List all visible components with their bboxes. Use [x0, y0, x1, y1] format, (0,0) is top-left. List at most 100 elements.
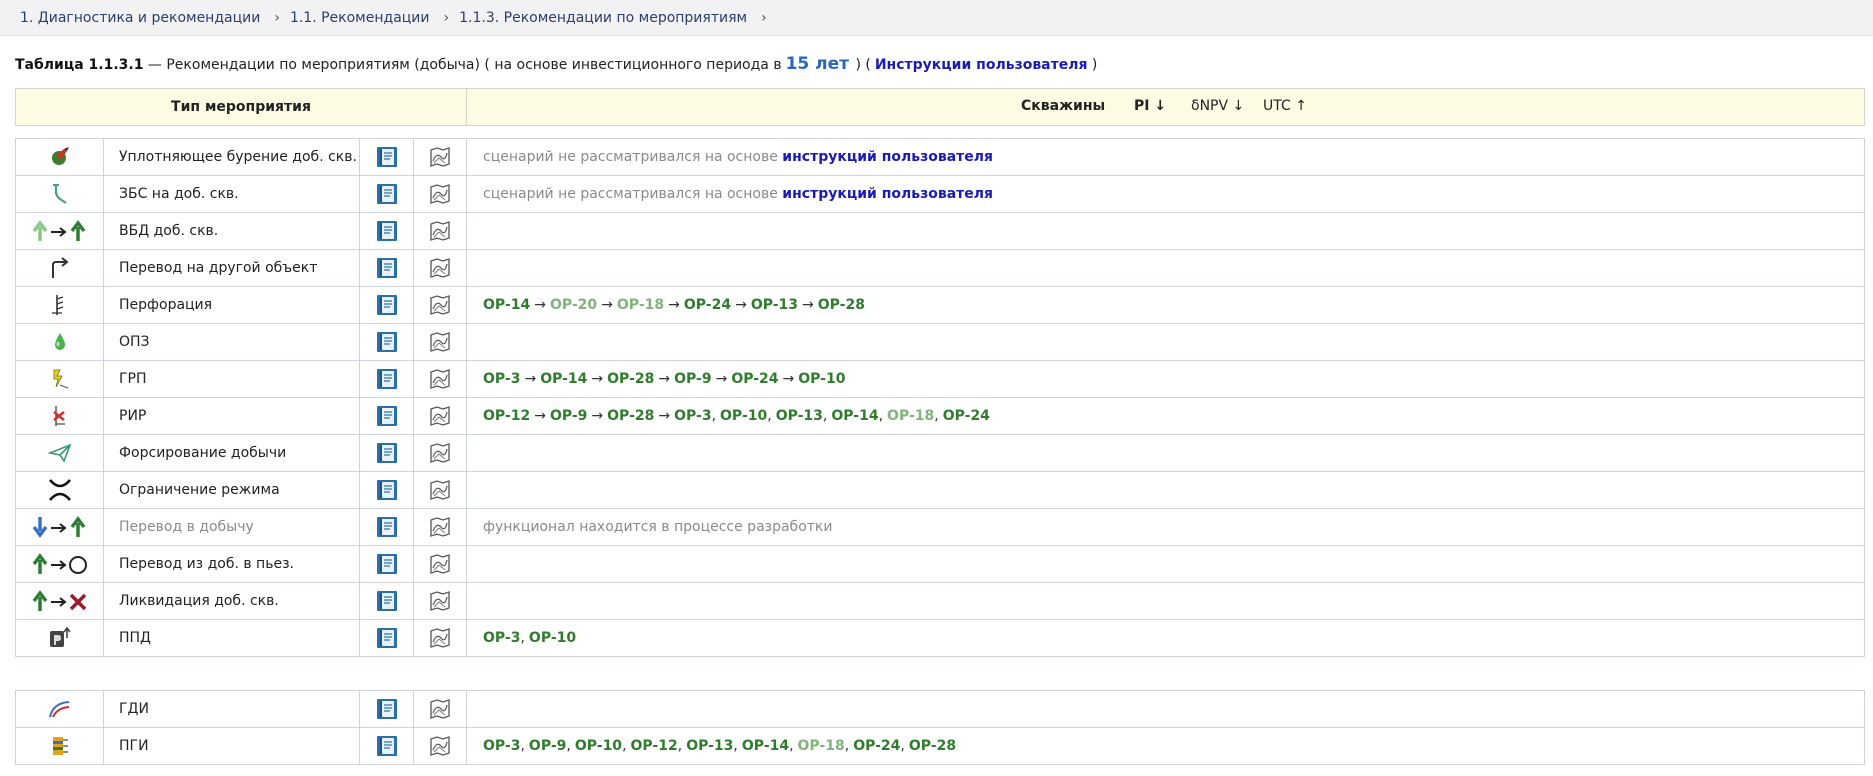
activity-name: РИР [103, 397, 360, 435]
map-icon[interactable] [429, 294, 451, 316]
well-link[interactable]: OP-13 [751, 297, 798, 313]
book-icon[interactable] [376, 294, 398, 316]
table-number: Таблица 1.1.3.1 [15, 57, 144, 73]
well-link[interactable]: OP-14 [742, 738, 789, 754]
map-icon[interactable] [429, 183, 451, 205]
breadcrumb-separator: › [443, 9, 450, 26]
well-link[interactable]: OP-28 [607, 371, 654, 387]
sort-pi-button[interactable]: PI ↓ [1134, 98, 1166, 114]
well-link[interactable]: OP-3 [483, 738, 520, 754]
map-icon[interactable] [429, 220, 451, 242]
book-icon[interactable] [376, 331, 398, 353]
well-link[interactable]: OP-18 [887, 408, 934, 424]
well-link[interactable]: OP-13 [686, 738, 733, 754]
user-instructions-link[interactable]: инструкций пользователя [782, 149, 993, 165]
book-icon[interactable] [376, 257, 398, 279]
well-link[interactable]: OP-18 [617, 297, 664, 313]
table-header: Тип мероприятия Скважины PI ↓ δNPV ↓ UTC… [15, 88, 1865, 126]
breadcrumb-separator: › [761, 9, 767, 26]
activity-name: ВБД доб. скв. [103, 212, 360, 250]
well-link[interactable]: OP-10 [798, 371, 845, 387]
well-link[interactable]: OP-24 [943, 408, 990, 424]
book-icon[interactable] [376, 516, 398, 538]
breadcrumb-item-diagnostics[interactable]: 1. Диагностика и рекомендации [20, 10, 260, 26]
map-icon[interactable] [429, 442, 451, 464]
breadcrumb-item-recommendations[interactable]: 1.1. Рекомендации [290, 10, 430, 26]
well-link[interactable]: OP-12 [631, 738, 678, 754]
sort-utc-button[interactable]: UTC ↑ [1263, 98, 1307, 114]
well-link[interactable]: OP-28 [818, 297, 865, 313]
map-icon[interactable] [429, 627, 451, 649]
well-link[interactable]: OP-10 [529, 630, 576, 646]
wells-cell [466, 545, 1865, 583]
not-considered-note: сценарий не рассматривался на основе [483, 149, 783, 165]
book-icon[interactable] [376, 479, 398, 501]
user-instructions-link[interactable]: инструкций пользователя [782, 186, 993, 202]
well-link[interactable]: OP-3 [483, 371, 520, 387]
breadcrumb: 1. Диагностика и рекомендации › 1.1. Рек… [0, 0, 1873, 36]
well-link[interactable]: OP-14 [483, 297, 530, 313]
well-link[interactable]: OP-28 [607, 408, 654, 424]
gdi-curve-icon [48, 701, 69, 718]
well-link[interactable]: OP-14 [540, 371, 587, 387]
well-link[interactable]: OP-24 [853, 738, 900, 754]
table-row: ВБД доб. скв. [15, 212, 1865, 250]
well-link[interactable]: OP-9 [674, 371, 711, 387]
map-icon[interactable] [429, 405, 451, 427]
well-link[interactable]: OP-12 [483, 408, 530, 424]
map-icon[interactable] [429, 698, 451, 720]
well-link[interactable]: OP-24 [684, 297, 731, 313]
book-icon[interactable] [376, 627, 398, 649]
map-icon[interactable] [429, 257, 451, 279]
well-link[interactable]: OP-10 [575, 738, 622, 754]
book-icon[interactable] [376, 368, 398, 390]
book-icon[interactable] [376, 698, 398, 720]
header-wells: Скважины [1021, 98, 1106, 114]
well-link[interactable]: OP-24 [731, 371, 778, 387]
map-icon[interactable] [429, 516, 451, 538]
book-icon[interactable] [376, 442, 398, 464]
well-link[interactable]: OP-20 [550, 297, 597, 313]
well-link[interactable]: OP-9 [550, 408, 587, 424]
map-icon[interactable] [429, 735, 451, 757]
map-icon[interactable] [429, 368, 451, 390]
book-icon[interactable] [376, 220, 398, 242]
map-icon[interactable] [429, 146, 451, 168]
well-link[interactable]: OP-13 [776, 408, 823, 424]
well-link[interactable]: OP-18 [798, 738, 845, 754]
map-icon[interactable] [429, 331, 451, 353]
breadcrumb-item-activity-recommendations[interactable]: 1.1.3. Рекомендации по мероприятиям [459, 10, 747, 26]
activity-icon-cell [15, 138, 104, 176]
well-link[interactable]: OP-10 [720, 408, 767, 424]
user-instructions-link[interactable]: Инструкции пользователя [875, 57, 1088, 73]
activity-name: Уплотняющее бурение доб. скв. [103, 138, 360, 176]
activity-name: ОПЗ [103, 323, 360, 361]
well-link[interactable]: OP-9 [529, 738, 566, 754]
activity-name: ПГИ [103, 727, 360, 765]
table-row: ЗБС на доб. скв. сценарий не рассматрива… [15, 175, 1865, 213]
wells-cell [466, 249, 1865, 287]
well-link[interactable]: OP-28 [909, 738, 956, 754]
map-icon[interactable] [429, 590, 451, 612]
book-icon[interactable] [376, 590, 398, 612]
table-row: Уплотняющее бурение доб. скв. сценарий н… [15, 138, 1865, 176]
book-icon[interactable] [376, 553, 398, 575]
map-icon[interactable] [429, 479, 451, 501]
book-icon[interactable] [376, 183, 398, 205]
book-icon[interactable] [376, 146, 398, 168]
investment-period: 15 лет [785, 54, 850, 74]
well-link[interactable]: OP-3 [483, 630, 520, 646]
map-icon[interactable] [429, 553, 451, 575]
arrow-up-to-cross-icon [32, 590, 86, 611]
book-icon[interactable] [376, 405, 398, 427]
well-link[interactable]: OP-3 [674, 408, 711, 424]
well-link[interactable]: OP-14 [831, 408, 878, 424]
book-icon[interactable] [376, 735, 398, 757]
wells-cell: сценарий не рассматривался на основе инс… [466, 175, 1865, 213]
sort-dnpv-button[interactable]: δNPV ↓ [1191, 98, 1244, 114]
table-row: РИР OP-12 → OP-9 → OP-28 → OP-3, OP-10, OP-13, OP… [15, 397, 1865, 435]
research-table: ГДИ ПГИ OP-3, OP-9, OP-10, OP-12, OP-13, OP-1… [15, 690, 1865, 765]
restriction-icon [48, 479, 71, 501]
caption-text: — Рекомендации по мероприятиям (добыча) … [143, 57, 782, 73]
wells-cell: OP-3, OP-10 [466, 619, 1865, 657]
